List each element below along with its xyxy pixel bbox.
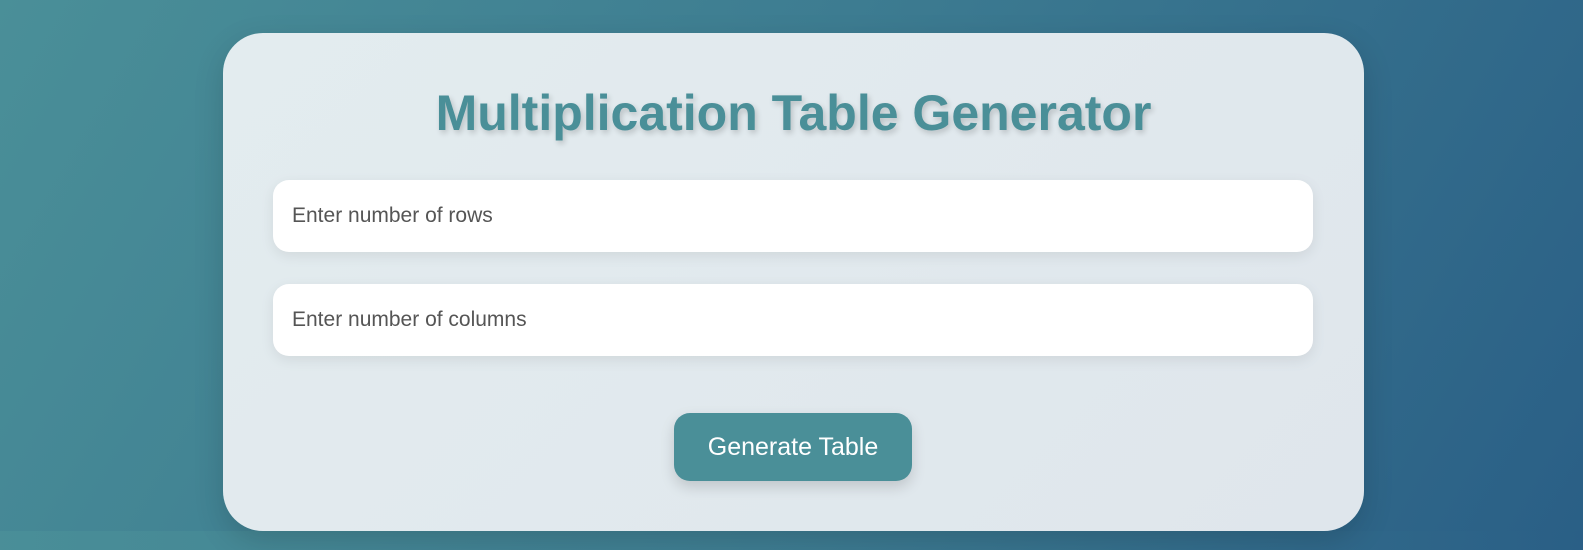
generator-card: Multiplication Table Generator Generate … <box>223 33 1364 531</box>
page-bottom-strip <box>0 531 1583 550</box>
page-title: Multiplication Table Generator <box>435 85 1152 141</box>
generate-table-button[interactable]: Generate Table <box>674 413 912 481</box>
rows-input[interactable] <box>273 180 1313 252</box>
columns-input[interactable] <box>273 284 1313 356</box>
